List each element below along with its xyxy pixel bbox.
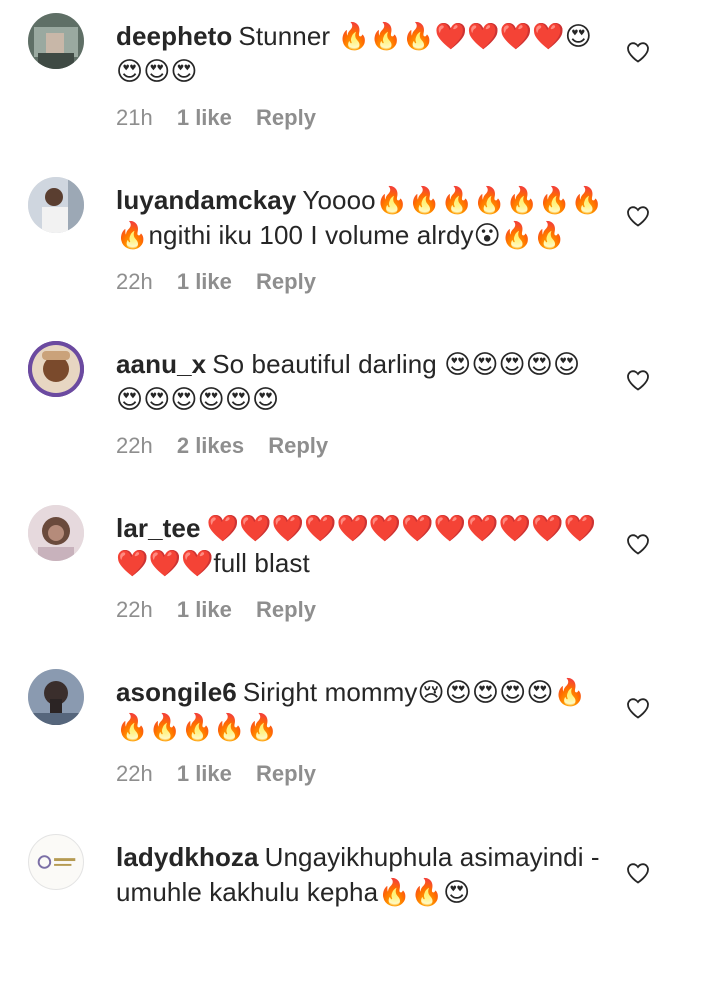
avatar[interactable] — [28, 341, 84, 397]
avatar-image — [28, 505, 84, 561]
comment-time: 22h — [116, 433, 153, 458]
comment-item: luyandamckay Yoooo🔥🔥🔥🔥🔥🔥🔥🔥ngithi iku 100 … — [0, 177, 720, 342]
avatar-image — [28, 177, 84, 233]
comment-item: lar_tee ❤️❤️❤️❤️❤️❤️❤️❤️❤️❤️❤️❤️❤️❤️❤️ful… — [0, 505, 720, 670]
comments-list: deepheto Stunner 🔥🔥🔥❤️❤️❤️❤️😍😍😍😍 21h 1 li… — [0, 0, 720, 910]
comment-time: 21h — [116, 105, 153, 130]
comment-item: aanu_x So beautiful darling 😍😍😍😍😍😍😍😍😍😍😍 2… — [0, 341, 720, 506]
heart-outline-icon[interactable] — [626, 697, 650, 719]
reply-button[interactable]: Reply — [268, 433, 328, 458]
comment-body: ladydkhoza Ungayikhuphula asimayindi -umu… — [116, 840, 606, 910]
avatar[interactable] — [28, 505, 84, 561]
comment-item: deepheto Stunner 🔥🔥🔥❤️❤️❤️❤️😍😍😍😍 21h 1 li… — [0, 13, 720, 178]
comment-body: luyandamckay Yoooo🔥🔥🔥🔥🔥🔥🔥🔥ngithi iku 100 … — [116, 183, 606, 253]
comment-body: aanu_x So beautiful darling 😍😍😍😍😍😍😍😍😍😍😍 — [116, 347, 606, 417]
comment-meta: 22h 1 like Reply — [116, 269, 334, 295]
comment-username[interactable]: lar_tee — [116, 513, 201, 543]
comment-item: asongile6 Siright mommy😢😍😍😍😍🔥🔥🔥🔥🔥🔥 22h 1 … — [0, 669, 720, 834]
reply-button[interactable]: Reply — [256, 597, 316, 622]
comment-username[interactable]: deepheto — [116, 21, 232, 51]
reply-button[interactable]: Reply — [256, 269, 316, 294]
comment-username[interactable]: luyandamckay — [116, 185, 296, 215]
comment-body: asongile6 Siright mommy😢😍😍😍😍🔥🔥🔥🔥🔥🔥 — [116, 675, 606, 745]
comment-time: 22h — [116, 597, 153, 622]
comment-username[interactable]: aanu_x — [116, 349, 206, 379]
heart-outline-icon[interactable] — [626, 533, 650, 555]
comment-meta: 22h 1 like Reply — [116, 597, 334, 623]
avatar-image — [29, 835, 83, 889]
comment-time: 22h — [116, 269, 153, 294]
avatar[interactable] — [28, 177, 84, 233]
comment-body: lar_tee ❤️❤️❤️❤️❤️❤️❤️❤️❤️❤️❤️❤️❤️❤️❤️ful… — [116, 511, 606, 581]
comment-item: ladydkhoza Ungayikhuphula asimayindi -umu… — [0, 834, 720, 999]
comment-meta: 22h 2 likes Reply — [116, 433, 346, 459]
avatar[interactable] — [28, 13, 84, 69]
reply-button[interactable]: Reply — [256, 105, 316, 130]
comment-likes[interactable]: 1 like — [177, 105, 232, 130]
comment-username[interactable]: ladydkhoza — [116, 842, 259, 872]
comment-username[interactable]: asongile6 — [116, 677, 237, 707]
heart-outline-icon[interactable] — [626, 205, 650, 227]
comment-meta: 21h 1 like Reply — [116, 105, 334, 131]
heart-outline-icon[interactable] — [626, 41, 650, 63]
comment-body: deepheto Stunner 🔥🔥🔥❤️❤️❤️❤️😍😍😍😍 — [116, 19, 606, 89]
comment-likes[interactable]: 1 like — [177, 597, 232, 622]
comment-likes[interactable]: 1 like — [177, 761, 232, 786]
heart-outline-icon[interactable] — [626, 369, 650, 391]
avatar-image — [28, 13, 84, 69]
comment-likes[interactable]: 1 like — [177, 269, 232, 294]
avatar[interactable] — [28, 834, 84, 890]
reply-button[interactable]: Reply — [256, 761, 316, 786]
comment-time: 22h — [116, 761, 153, 786]
avatar-image — [28, 341, 84, 397]
comment-meta: 22h 1 like Reply — [116, 761, 334, 787]
comment-likes[interactable]: 2 likes — [177, 433, 244, 458]
avatar-image — [28, 669, 84, 725]
avatar[interactable] — [28, 669, 84, 725]
heart-outline-icon[interactable] — [626, 862, 650, 884]
